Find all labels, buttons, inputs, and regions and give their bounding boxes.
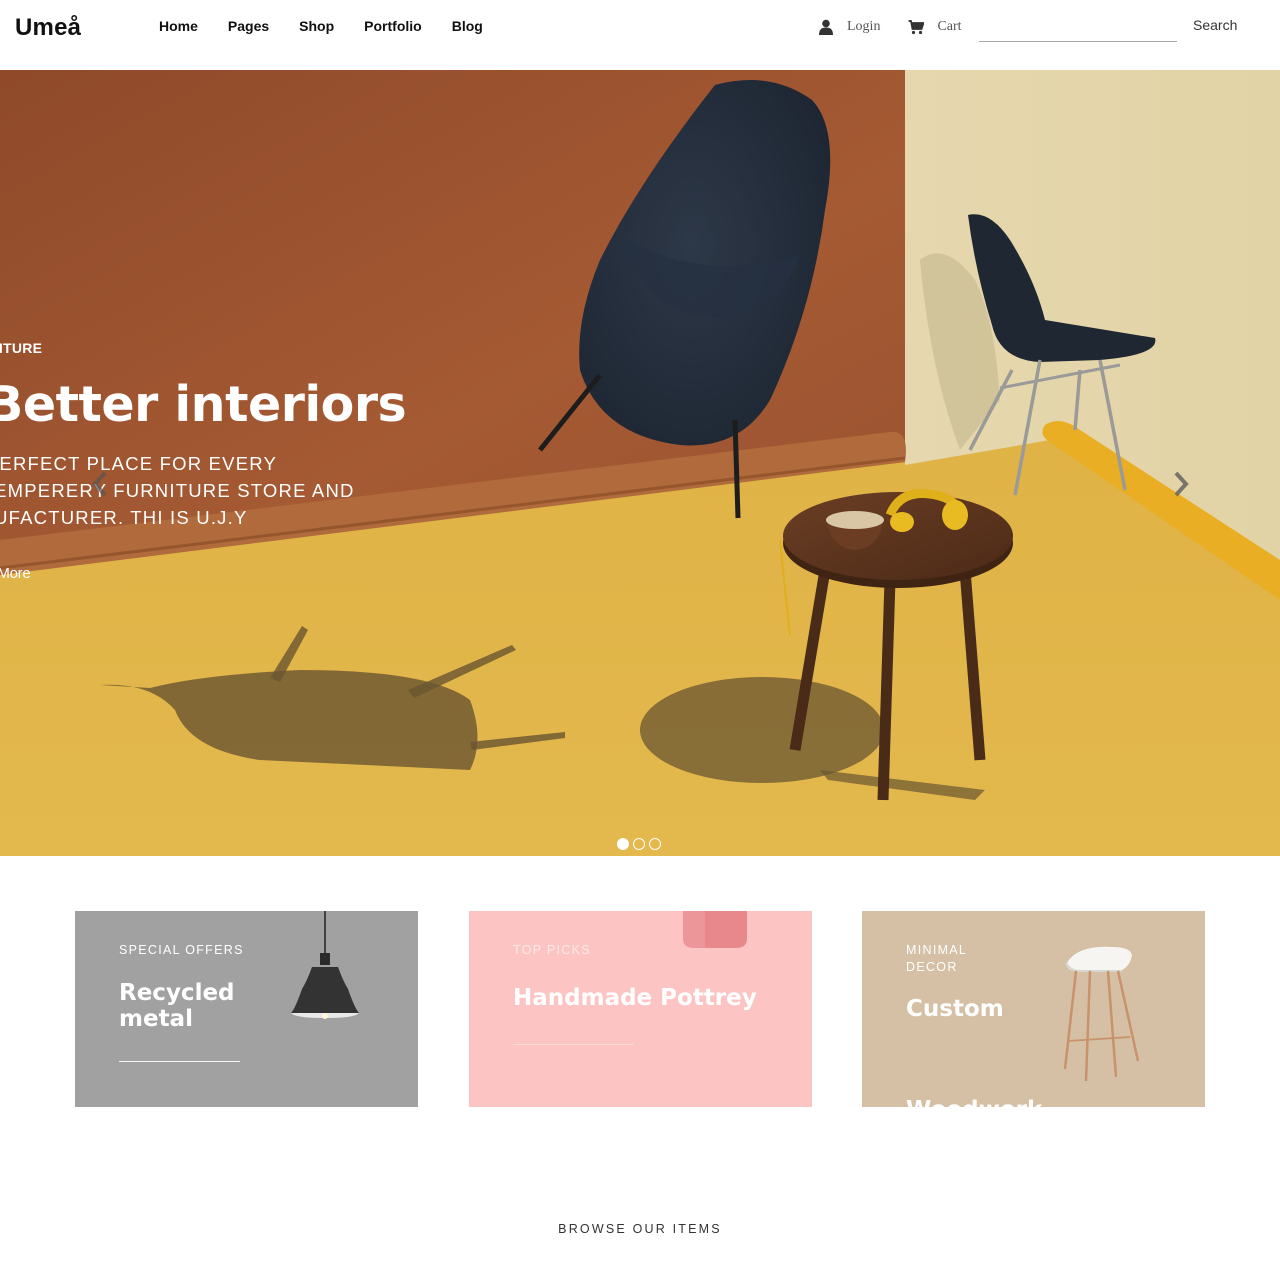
hero-slider: RNITURE Better interiors E PERFECT PLACE… (0, 70, 1280, 856)
pendant-lamp-image (291, 911, 359, 1019)
site-logo[interactable]: Umeå (15, 14, 81, 42)
promo-title: Handmade Pottrey (513, 985, 757, 1011)
cart-link[interactable]: Cart (908, 19, 962, 35)
pottery-vase-image (683, 911, 747, 948)
promo-kicker: SPECIAL OFFERS (119, 943, 244, 957)
view-more-button[interactable]: iw More (0, 565, 31, 582)
login-label: Login (847, 19, 881, 34)
search-input[interactable] (979, 14, 1177, 42)
nav-portfolio[interactable]: Portfolio (364, 17, 422, 35)
hero-subtitle-line: E PERFECT PLACE FOR EVERY (0, 453, 278, 474)
nav-home[interactable]: Home (159, 17, 198, 35)
promo-title: Recycled metal (119, 980, 235, 1032)
promo-divider (513, 1044, 634, 1045)
cart-icon (908, 19, 925, 34)
promo-card-recycled-metal[interactable]: SPECIAL OFFERS Recycled metal (75, 911, 418, 1107)
chevron-right-icon (1174, 471, 1189, 497)
nav-pages[interactable]: Pages (228, 17, 269, 35)
slider-dot-2[interactable] (633, 838, 645, 850)
promo-card-handmade-pottery[interactable]: TOP PICKS Handmade Pottrey (469, 911, 812, 1107)
slider-dots (617, 838, 665, 850)
promo-kicker: TOP PICKS (513, 943, 591, 957)
search-button[interactable]: Search (1193, 17, 1237, 33)
hero-subtitle: E PERFECT PLACE FOR EVERY OTEMPERERY FUR… (0, 450, 386, 531)
hero-title: Better interiors (0, 376, 407, 433)
main-nav: Home Pages Shop Portfolio Blog (159, 17, 513, 35)
browse-section-title: BROWSE OUR ITEMS (558, 1222, 722, 1236)
user-icon (819, 19, 833, 35)
promo-divider (119, 1061, 240, 1062)
prev-slide-button[interactable] (89, 470, 111, 498)
promo-title-cut: Woodwork (906, 1097, 1042, 1107)
hero-subtitle-line: ANUFACTURER. THI IS U.J.Y (0, 507, 248, 528)
promo-title: Custom (906, 996, 1004, 1022)
nav-blog[interactable]: Blog (452, 17, 483, 35)
slider-dot-1[interactable] (617, 838, 629, 850)
promo-card-custom-woodwork[interactable]: MINIMAL DECOR Custom Woodwork (862, 911, 1205, 1107)
hero-kicker: RNITURE (0, 340, 43, 356)
next-slide-button[interactable] (1170, 470, 1192, 498)
promo-kicker: MINIMAL DECOR (906, 943, 967, 974)
cart-label: Cart (937, 19, 962, 34)
hero-subtitle-line: OTEMPERERY FURNITURE STORE AND (0, 480, 355, 501)
nav-shop[interactable]: Shop (299, 17, 334, 35)
header-actions: Login Cart (818, 14, 990, 40)
chevron-left-icon (92, 471, 107, 497)
bar-stool-image (1063, 946, 1140, 1082)
login-link[interactable]: Login (818, 19, 880, 35)
slider-dot-3[interactable] (649, 838, 661, 850)
site-header: Umeå Home Pages Shop Portfolio Blog Logi… (0, 0, 1280, 70)
browse-section-subtitle: · · · · · · · · · · (460, 1259, 820, 1265)
